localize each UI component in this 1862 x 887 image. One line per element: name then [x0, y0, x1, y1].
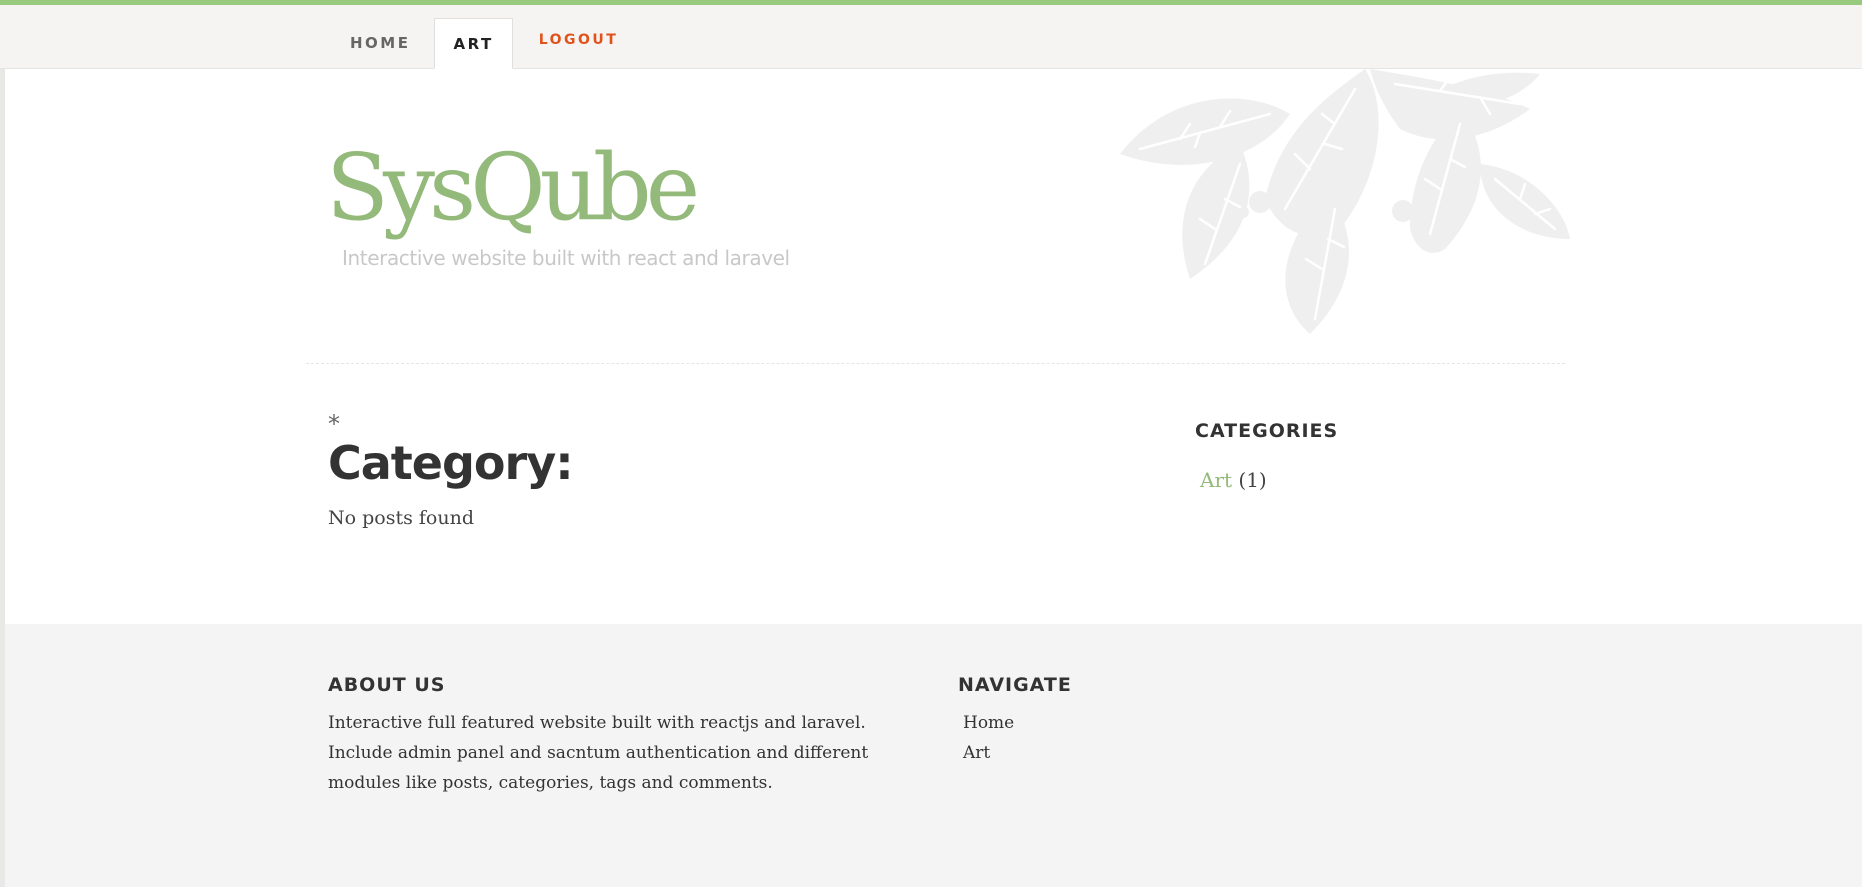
site-tagline: Interactive website built with react and… [342, 246, 790, 270]
footer-link-home[interactable]: Home [963, 708, 1258, 738]
footer: ABOUT US Interactive full featured websi… [5, 624, 1862, 887]
sidebar: CATEGORIES Art (1) [1195, 420, 1555, 492]
site-title[interactable]: SysQube [326, 142, 700, 234]
footer-navigate-title: NAVIGATE [958, 674, 1072, 696]
top-navigation-bar: HOME ART LOGOUT [0, 5, 1862, 69]
main-nav: HOME ART LOGOUT [328, 18, 640, 69]
header-divider [306, 363, 1565, 364]
nav-art-link[interactable]: ART [434, 18, 513, 69]
footer-about-section: ABOUT US Interactive full featured websi… [328, 674, 928, 798]
footer-about-title: ABOUT US [328, 674, 446, 696]
category-heading: Category: [328, 436, 574, 490]
footer-link-art[interactable]: Art [963, 738, 1258, 768]
category-link-art[interactable]: Art [1200, 468, 1232, 492]
category-item: Art (1) [1200, 468, 1267, 492]
footer-about-text: Interactive full featured website built … [328, 713, 869, 793]
empty-posts-message: No posts found [328, 507, 474, 529]
footer-navigate-section: NAVIGATE Home Art [958, 674, 1258, 768]
leaves-decoration-icon [1120, 69, 1570, 334]
loading-marker-icon: * [328, 410, 340, 438]
nav-logout-link[interactable]: LOGOUT [517, 18, 641, 68]
footer-nav-list: Home Art [958, 708, 1258, 768]
category-count: (1) [1238, 468, 1267, 492]
nav-home-link[interactable]: HOME [328, 18, 432, 68]
categories-widget-title: CATEGORIES [1195, 420, 1339, 442]
